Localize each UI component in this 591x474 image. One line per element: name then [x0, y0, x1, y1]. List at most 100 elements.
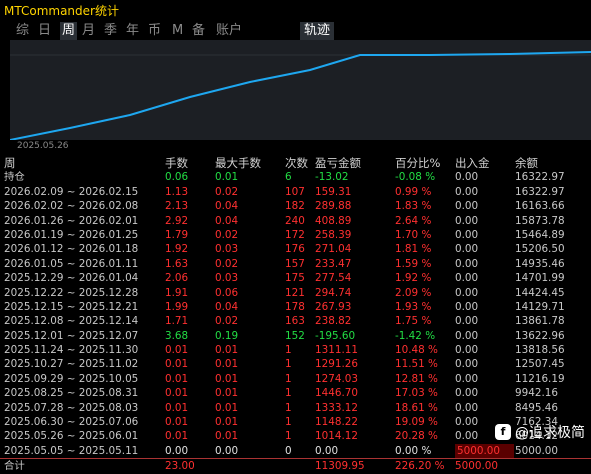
cell-max: 0.04 [215, 300, 239, 313]
cell-max: 0.19 [215, 329, 239, 342]
cell-week: 2026.02.02 ~ 2026.02.08 [4, 200, 139, 213]
cell-week: 2026.01.26 ~ 2026.02.01 [4, 214, 139, 227]
table-row: 2026.01.05 ~ 2026.01.11 1.63 0.02 157 233.47… [0, 257, 591, 271]
balance-line [10, 51, 591, 140]
cell-pnl: 1274.03 [315, 372, 358, 385]
table-row: 2025.12.15 ~ 2025.12.21 1.99 0.04 178 267.93… [0, 300, 591, 314]
col-week: 周 [4, 156, 16, 170]
cell-max: 0.02 [215, 185, 239, 198]
table-row: 持仓 0.06 0.01 6 -13.02 -0.08 % 0.00 16322.97 [0, 170, 591, 184]
cell-week: 2025.10.27 ~ 2025.11.02 [4, 358, 139, 371]
cell-max: 0.01 [215, 387, 239, 400]
cell-max: 0.02 [215, 228, 239, 241]
cell-week: 2025.08.25 ~ 2025.08.31 [4, 387, 139, 400]
cell-bal: 14935.46 [515, 257, 565, 270]
cell-pct: -1.42 % [395, 329, 436, 342]
total-label: 合计 [4, 460, 25, 473]
cell-count: 163 [285, 315, 305, 328]
cell-pnl: 1291.26 [315, 358, 358, 371]
cell-week: 2025.12.15 ~ 2025.12.21 [4, 300, 139, 313]
cell-pct: 0.99 % [395, 185, 432, 198]
tab-0[interactable]: 综 [16, 22, 29, 40]
cell-count: 1 [285, 372, 292, 385]
cell-io: 0.00 [455, 416, 479, 429]
cell-bal: 13622.96 [515, 329, 565, 342]
cell-lots: 2.06 [165, 272, 189, 285]
tab-trace[interactable]: 轨迹 [300, 22, 335, 40]
tab-1[interactable]: 日 [38, 22, 51, 40]
cell-io: 0.00 [455, 372, 479, 385]
cell-io: 0.00 [455, 243, 479, 256]
cell-max: 0.06 [215, 286, 239, 299]
cell-count: 157 [285, 257, 305, 270]
cell-io: 0.00 [455, 171, 479, 184]
cell-pnl: 0.00 [315, 444, 339, 457]
cell-pnl: 1148.22 [315, 416, 358, 429]
cell-lots: 0.01 [165, 344, 189, 357]
cell-count: 1 [285, 401, 292, 414]
cell-count: 1 [285, 387, 292, 400]
cell-lots: 1.13 [165, 185, 189, 198]
cell-pct: 19.09 % [395, 416, 438, 429]
table-row: 2025.08.25 ~ 2025.08.31 0.01 0.01 1 1446.70 1… [0, 386, 591, 400]
cell-bal: 13818.56 [515, 344, 565, 357]
cell-pnl: 271.04 [315, 243, 352, 256]
cell-week: 2025.12.01 ~ 2025.12.07 [4, 329, 139, 342]
cell-io: 0.00 [455, 315, 479, 328]
cell-io: 0.00 [455, 344, 479, 357]
cell-bal: 5000.00 [515, 444, 558, 457]
cell-max: 0.02 [215, 257, 239, 270]
cell-bal: 14424.45 [515, 286, 565, 299]
cell-pnl: 233.47 [315, 257, 352, 270]
cell-lots: 1.99 [165, 300, 189, 313]
cell-pct: 1.59 % [395, 257, 432, 270]
tab-6[interactable]: 币 [148, 22, 161, 40]
table-row: 2025.12.08 ~ 2025.12.14 1.71 0.02 163 238.82… [0, 314, 591, 328]
cell-count: 175 [285, 272, 305, 285]
tab-7[interactable]: M [172, 22, 183, 40]
cell-week: 2025.11.24 ~ 2025.11.30 [4, 344, 139, 357]
cell-week: 2026.01.19 ~ 2026.01.25 [4, 228, 139, 241]
cell-pnl: 267.93 [315, 300, 352, 313]
cell-count: 182 [285, 200, 305, 213]
cell-pct: 2.09 % [395, 286, 432, 299]
cell-week: 2026.02.09 ~ 2026.02.15 [4, 185, 139, 198]
cell-max: 0.02 [215, 315, 239, 328]
cell-io: 0.00 [455, 401, 479, 414]
cell-pnl: 289.88 [315, 200, 352, 213]
tab-3[interactable]: 月 [82, 22, 95, 40]
cell-io: 0.00 [455, 272, 479, 285]
col-count: 次数 [285, 156, 308, 170]
tab-4[interactable]: 季 [104, 22, 117, 40]
table-row: 2026.01.19 ~ 2026.01.25 1.79 0.02 172 258.39… [0, 228, 591, 242]
cell-count: 121 [285, 286, 305, 299]
watermark-text: @追求极简 [515, 425, 585, 441]
cell-week: 持仓 [4, 171, 25, 184]
cell-max: 0.03 [215, 243, 239, 256]
table-row: 2026.02.09 ~ 2026.02.15 1.13 0.02 107 159.31… [0, 185, 591, 199]
cell-max: 0.04 [215, 214, 239, 227]
cell-pct: 1.93 % [395, 300, 432, 313]
table-header: 周 手数 最大手数 次数 盈亏金额 百分比% 出入金 余额 [0, 156, 591, 170]
tab-2[interactable]: 周 [60, 22, 78, 40]
cell-pnl: 1014.12 [315, 430, 358, 443]
table-row: 2026.01.12 ~ 2026.01.18 1.92 0.03 176 271.04… [0, 242, 591, 256]
cell-pct: 11.51 % [395, 358, 438, 371]
cell-max: 0.01 [215, 430, 239, 443]
col-lots: 手数 [165, 156, 188, 170]
cell-lots: 1.91 [165, 286, 189, 299]
cell-week: 2025.12.29 ~ 2026.01.04 [4, 272, 139, 285]
cell-count: 1 [285, 416, 292, 429]
tab-5[interactable]: 年 [126, 22, 139, 40]
cell-count: 1 [285, 344, 292, 357]
cell-pct: 1.92 % [395, 272, 432, 285]
cell-bal: 16163.66 [515, 200, 565, 213]
col-pct: 百分比% [395, 156, 441, 170]
tab-9[interactable]: 账户 [216, 22, 242, 40]
chart-start-date: 2025.05.26 [17, 141, 69, 151]
table-row: 2025.10.27 ~ 2025.11.02 0.01 0.01 1 1291.26 1… [0, 357, 591, 371]
total-row: 合计 23.00 11309.95 226.20 % 5000.00 [0, 458, 591, 473]
tab-8[interactable]: 备 [192, 22, 205, 40]
cell-max: 0.01 [215, 344, 239, 357]
cell-max: 0.01 [215, 401, 239, 414]
